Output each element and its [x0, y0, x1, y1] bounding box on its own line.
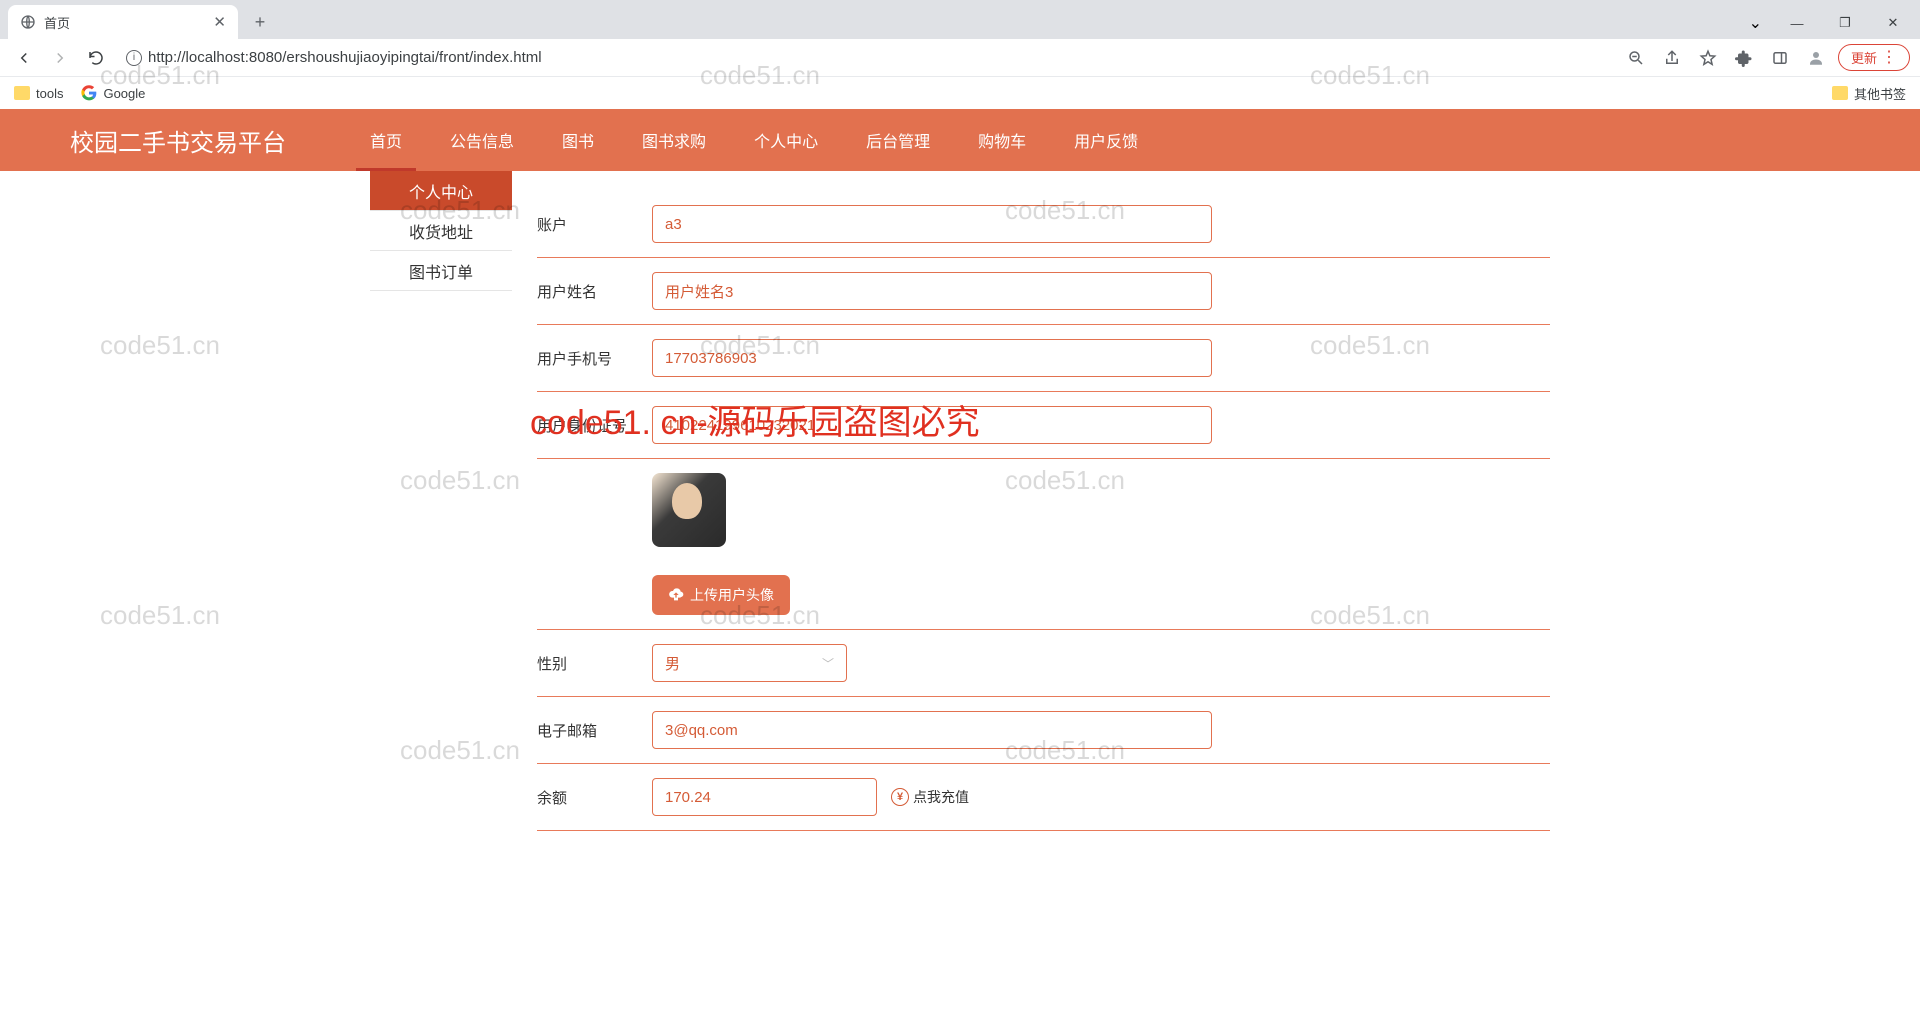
google-icon — [81, 85, 97, 101]
folder-icon — [14, 86, 30, 100]
upload-avatar-button[interactable]: 上传用户头像 — [652, 575, 790, 615]
input-account[interactable] — [652, 205, 1212, 243]
share-icon[interactable] — [1658, 44, 1686, 72]
label-gender: 性别 — [537, 653, 652, 674]
nav-wanted[interactable]: 图书求购 — [618, 109, 730, 171]
update-button[interactable]: 更新⋮ — [1838, 44, 1910, 71]
back-button[interactable] — [10, 44, 38, 72]
chevron-down-icon: ﹀ — [822, 655, 834, 672]
site-logo: 校园二手书交易平台 — [70, 123, 286, 158]
content-area: 个人中心 收货地址 图书订单 账户 用户姓名 用户手机号 用户身份证号 — [370, 171, 1550, 871]
zoom-icon[interactable] — [1622, 44, 1650, 72]
bookmark-tools[interactable]: tools — [14, 86, 63, 101]
sidebar-item-address[interactable]: 收货地址 — [370, 211, 512, 251]
other-bookmarks[interactable]: 其他书签 — [1832, 84, 1906, 103]
window-minimize-button[interactable]: ― — [1774, 7, 1820, 39]
input-idcard[interactable] — [652, 406, 1212, 444]
url-text: http://localhost:8080/ershoushujiaoyipin… — [148, 49, 542, 66]
tab-dropdown-icon[interactable]: ⌄ — [1749, 13, 1762, 33]
cloud-upload-icon — [668, 587, 684, 603]
select-gender[interactable]: 男﹀ — [652, 644, 847, 682]
bookmarks-bar: tools Google 其他书签 — [0, 77, 1920, 109]
sidepanel-icon[interactable] — [1766, 44, 1794, 72]
label-email: 电子邮箱 — [537, 720, 652, 741]
site-header: 校园二手书交易平台 首页 公告信息 图书 图书求购 个人中心 后台管理 购物车 … — [0, 109, 1920, 171]
input-phone[interactable] — [652, 339, 1212, 377]
browser-tab[interactable]: 首页 ✕ — [8, 5, 238, 39]
profile-icon[interactable] — [1802, 44, 1830, 72]
sidebar-item-orders[interactable]: 图书订单 — [370, 251, 512, 291]
nav-admin[interactable]: 后台管理 — [842, 109, 954, 171]
avatar-preview — [652, 473, 726, 547]
reload-button[interactable] — [82, 44, 110, 72]
main-nav: 首页 公告信息 图书 图书求购 个人中心 后台管理 购物车 用户反馈 — [346, 109, 1162, 171]
url-field[interactable]: i http://localhost:8080/ershoushujiaoyip… — [118, 43, 1614, 73]
nav-home[interactable]: 首页 — [346, 109, 426, 171]
window-controls: ⌄ ― ❐ ✕ — [1749, 7, 1920, 39]
label-idcard: 用户身份证号 — [537, 415, 652, 436]
extensions-icon[interactable] — [1730, 44, 1758, 72]
new-tab-button[interactable]: + — [246, 8, 274, 36]
label-account: 账户 — [537, 214, 652, 235]
sidebar-item-profile[interactable]: 个人中心 — [370, 171, 512, 211]
site-info-icon[interactable]: i — [126, 50, 142, 66]
nav-notice[interactable]: 公告信息 — [426, 109, 538, 171]
tab-close-icon[interactable]: ✕ — [213, 13, 226, 31]
nav-cart[interactable]: 购物车 — [954, 109, 1050, 171]
label-balance: 余额 — [537, 787, 652, 808]
input-email[interactable] — [652, 711, 1212, 749]
profile-form: 账户 用户姓名 用户手机号 用户身份证号 — [512, 171, 1550, 871]
input-name[interactable] — [652, 272, 1212, 310]
nav-profile[interactable]: 个人中心 — [730, 109, 842, 171]
browser-tab-strip: 首页 ✕ + ⌄ ― ❐ ✕ — [0, 0, 1920, 39]
folder-icon — [1832, 86, 1848, 100]
bookmark-star-icon[interactable] — [1694, 44, 1722, 72]
nav-books[interactable]: 图书 — [538, 109, 618, 171]
profile-sidebar: 个人中心 收货地址 图书订单 — [370, 171, 512, 871]
window-maximize-button[interactable]: ❐ — [1822, 7, 1868, 39]
bookmark-google[interactable]: Google — [81, 85, 145, 101]
input-balance[interactable] — [652, 778, 877, 816]
globe-icon — [20, 14, 36, 30]
window-close-button[interactable]: ✕ — [1870, 7, 1916, 39]
tab-title: 首页 — [44, 13, 70, 32]
label-phone: 用户手机号 — [537, 348, 652, 369]
forward-button[interactable] — [46, 44, 74, 72]
yen-icon: ¥ — [891, 788, 909, 806]
address-bar: i http://localhost:8080/ershoushujiaoyip… — [0, 39, 1920, 77]
label-name: 用户姓名 — [537, 281, 652, 302]
recharge-link[interactable]: ¥ 点我充值 — [891, 787, 969, 807]
nav-feedback[interactable]: 用户反馈 — [1050, 109, 1162, 171]
